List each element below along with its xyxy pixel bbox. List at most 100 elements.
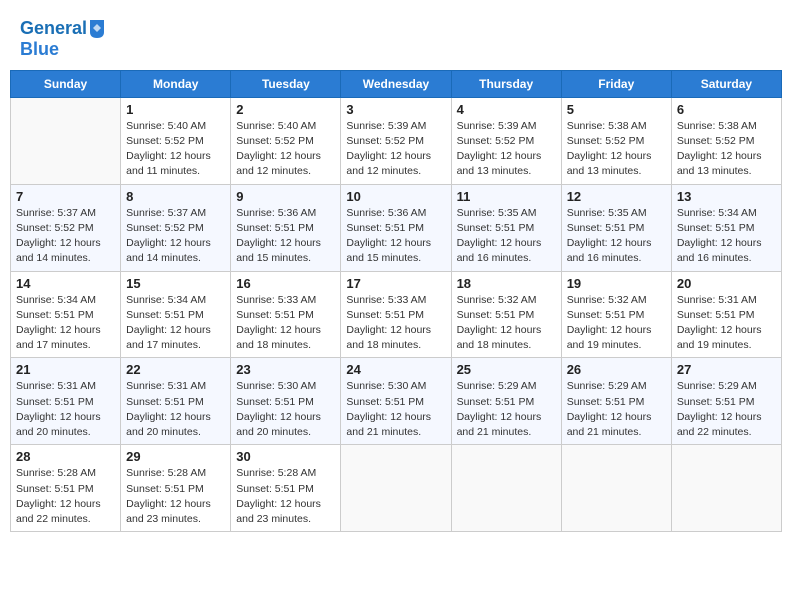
day-number: 25 — [457, 362, 556, 377]
calendar-week-row: 1 Sunrise: 5:40 AMSunset: 5:52 PMDaylight… — [11, 97, 782, 184]
calendar-cell — [11, 97, 121, 184]
calendar-cell — [451, 445, 561, 532]
day-number: 9 — [236, 189, 335, 204]
calendar-cell: 2 Sunrise: 5:40 AMSunset: 5:52 PMDaylight… — [231, 97, 341, 184]
day-number: 22 — [126, 362, 225, 377]
calendar-cell — [671, 445, 781, 532]
day-info: Sunrise: 5:30 AMSunset: 5:51 PMDaylight:… — [346, 379, 445, 440]
day-number: 20 — [677, 276, 776, 291]
calendar-cell: 10 Sunrise: 5:36 AMSunset: 5:51 PMDayligh… — [341, 184, 451, 271]
calendar-cell: 7 Sunrise: 5:37 AMSunset: 5:52 PMDaylight… — [11, 184, 121, 271]
calendar-cell — [341, 445, 451, 532]
day-info: Sunrise: 5:36 AMSunset: 5:51 PMDaylight:… — [346, 206, 445, 267]
day-number: 29 — [126, 449, 225, 464]
calendar-cell: 15 Sunrise: 5:34 AMSunset: 5:51 PMDayligh… — [121, 271, 231, 358]
day-info: Sunrise: 5:28 AMSunset: 5:51 PMDaylight:… — [126, 466, 225, 527]
calendar-cell: 6Sunrise: 5:38 AMSunset: 5:52 PMDaylight… — [671, 97, 781, 184]
calendar-cell: 1 Sunrise: 5:40 AMSunset: 5:52 PMDaylight… — [121, 97, 231, 184]
day-info: Sunrise: 5:36 AMSunset: 5:51 PMDaylight:… — [236, 206, 335, 267]
day-number: 13 — [677, 189, 776, 204]
calendar-cell: 19Sunrise: 5:32 AMSunset: 5:51 PMDayligh… — [561, 271, 671, 358]
day-number: 6 — [677, 102, 776, 117]
day-info: Sunrise: 5:31 AMSunset: 5:51 PMDaylight:… — [16, 379, 115, 440]
day-info: Sunrise: 5:32 AMSunset: 5:51 PMDaylight:… — [457, 293, 556, 354]
calendar-cell: 14 Sunrise: 5:34 AMSunset: 5:51 PMDayligh… — [11, 271, 121, 358]
day-info: Sunrise: 5:33 AMSunset: 5:51 PMDaylight:… — [346, 293, 445, 354]
day-info: Sunrise: 5:31 AMSunset: 5:51 PMDaylight:… — [126, 379, 225, 440]
day-number: 17 — [346, 276, 445, 291]
day-number: 8 — [126, 189, 225, 204]
day-number: 24 — [346, 362, 445, 377]
calendar-cell: 16 Sunrise: 5:33 AMSunset: 5:51 PMDayligh… — [231, 271, 341, 358]
day-number: 16 — [236, 276, 335, 291]
day-header-thursday: Thursday — [451, 70, 561, 97]
day-info: Sunrise: 5:35 AMSunset: 5:51 PMDaylight:… — [457, 206, 556, 267]
day-number: 3 — [346, 102, 445, 117]
page-header: General Blue — [10, 10, 782, 62]
day-number: 26 — [567, 362, 666, 377]
calendar-cell: 23Sunrise: 5:30 AMSunset: 5:51 PMDayligh… — [231, 358, 341, 445]
day-info: Sunrise: 5:37 AMSunset: 5:52 PMDaylight:… — [126, 206, 225, 267]
day-header-saturday: Saturday — [671, 70, 781, 97]
calendar-table: SundayMondayTuesdayWednesdayThursdayFrid… — [10, 70, 782, 532]
day-number: 30 — [236, 449, 335, 464]
day-header-tuesday: Tuesday — [231, 70, 341, 97]
calendar-header-row: SundayMondayTuesdayWednesdayThursdayFrid… — [11, 70, 782, 97]
day-number: 7 — [16, 189, 115, 204]
calendar-cell: 26 Sunrise: 5:29 AMSunset: 5:51 PMDayligh… — [561, 358, 671, 445]
day-info: Sunrise: 5:40 AMSunset: 5:52 PMDaylight:… — [236, 119, 335, 180]
calendar-cell: 3 Sunrise: 5:39 AMSunset: 5:52 PMDaylight… — [341, 97, 451, 184]
calendar-week-row: 21 Sunrise: 5:31 AMSunset: 5:51 PMDayligh… — [11, 358, 782, 445]
calendar-cell — [561, 445, 671, 532]
day-info: Sunrise: 5:28 AMSunset: 5:51 PMDaylight:… — [236, 466, 335, 527]
day-number: 21 — [16, 362, 115, 377]
day-number: 12 — [567, 189, 666, 204]
day-number: 23 — [236, 362, 335, 377]
day-header-friday: Friday — [561, 70, 671, 97]
day-number: 27 — [677, 362, 776, 377]
calendar-cell: 22 Sunrise: 5:31 AMSunset: 5:51 PMDayligh… — [121, 358, 231, 445]
day-info: Sunrise: 5:37 AMSunset: 5:52 PMDaylight:… — [16, 206, 115, 267]
day-header-wednesday: Wednesday — [341, 70, 451, 97]
calendar-cell: 24 Sunrise: 5:30 AMSunset: 5:51 PMDayligh… — [341, 358, 451, 445]
day-number: 18 — [457, 276, 556, 291]
day-info: Sunrise: 5:33 AMSunset: 5:51 PMDaylight:… — [236, 293, 335, 354]
day-info: Sunrise: 5:29 AMSunset: 5:51 PMDaylight:… — [567, 379, 666, 440]
day-header-monday: Monday — [121, 70, 231, 97]
day-number: 4 — [457, 102, 556, 117]
day-info: Sunrise: 5:39 AMSunset: 5:52 PMDaylight:… — [457, 119, 556, 180]
day-number: 28 — [16, 449, 115, 464]
calendar-cell: 20 Sunrise: 5:31 AMSunset: 5:51 PMDayligh… — [671, 271, 781, 358]
logo-subtext: Blue — [20, 40, 106, 60]
day-number: 10 — [346, 189, 445, 204]
day-info: Sunrise: 5:34 AMSunset: 5:51 PMDaylight:… — [126, 293, 225, 354]
day-number: 1 — [126, 102, 225, 117]
day-number: 15 — [126, 276, 225, 291]
logo: General Blue — [20, 18, 106, 60]
calendar-cell: 30 Sunrise: 5:28 AMSunset: 5:51 PMDayligh… — [231, 445, 341, 532]
calendar-cell: 13 Sunrise: 5:34 AMSunset: 5:51 PMDayligh… — [671, 184, 781, 271]
day-info: Sunrise: 5:40 AMSunset: 5:52 PMDaylight:… — [126, 119, 225, 180]
day-info: Sunrise: 5:31 AMSunset: 5:51 PMDaylight:… — [677, 293, 776, 354]
calendar-week-row: 7 Sunrise: 5:37 AMSunset: 5:52 PMDaylight… — [11, 184, 782, 271]
day-info: Sunrise: 5:34 AMSunset: 5:51 PMDaylight:… — [16, 293, 115, 354]
calendar-cell: 9 Sunrise: 5:36 AMSunset: 5:51 PMDaylight… — [231, 184, 341, 271]
day-info: Sunrise: 5:29 AMSunset: 5:51 PMDaylight:… — [457, 379, 556, 440]
day-number: 19 — [567, 276, 666, 291]
calendar-cell: 8 Sunrise: 5:37 AMSunset: 5:52 PMDaylight… — [121, 184, 231, 271]
day-number: 5 — [567, 102, 666, 117]
day-info: Sunrise: 5:39 AMSunset: 5:52 PMDaylight:… — [346, 119, 445, 180]
calendar-cell: 28 Sunrise: 5:28 AMSunset: 5:51 PMDayligh… — [11, 445, 121, 532]
day-info: Sunrise: 5:28 AMSunset: 5:51 PMDaylight:… — [16, 466, 115, 527]
day-header-sunday: Sunday — [11, 70, 121, 97]
calendar-cell: 25 Sunrise: 5:29 AMSunset: 5:51 PMDayligh… — [451, 358, 561, 445]
day-info: Sunrise: 5:34 AMSunset: 5:51 PMDaylight:… — [677, 206, 776, 267]
day-info: Sunrise: 5:38 AMSunset: 5:52 PMDaylight:… — [567, 119, 666, 180]
day-number: 14 — [16, 276, 115, 291]
calendar-cell: 17 Sunrise: 5:33 AMSunset: 5:51 PMDayligh… — [341, 271, 451, 358]
logo-text: General — [20, 18, 106, 40]
calendar-cell: 21 Sunrise: 5:31 AMSunset: 5:51 PMDayligh… — [11, 358, 121, 445]
calendar-cell: 4 Sunrise: 5:39 AMSunset: 5:52 PMDaylight… — [451, 97, 561, 184]
day-number: 2 — [236, 102, 335, 117]
calendar-week-row: 28 Sunrise: 5:28 AMSunset: 5:51 PMDayligh… — [11, 445, 782, 532]
